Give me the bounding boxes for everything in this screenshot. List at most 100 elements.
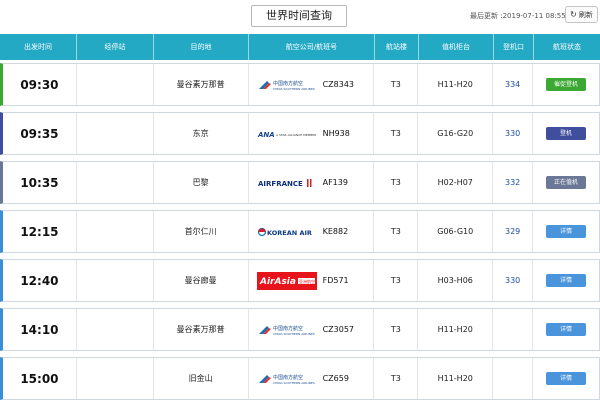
via-station [77, 211, 154, 252]
checkin-counter: H11-H20 [418, 358, 494, 399]
table-row[interactable]: 14:10 曼谷素万那普 中国南方航空 CHINA SOUTHERN AIRLINES… [0, 308, 600, 351]
table-row[interactable]: 15:00 旧金山 中国南方航空 CHINA SOUTHERN AIRLINES CZ6… [0, 357, 600, 400]
airline-logo-icon: 中国南方航空 CHINA SOUTHERN AIRLINES [257, 323, 317, 337]
status-button[interactable]: 登机 [546, 127, 587, 140]
refresh-button[interactable]: ↻ 刷新 [565, 6, 598, 23]
status-cell: 正在值机 [533, 162, 599, 203]
status-button[interactable]: 详情 [546, 323, 587, 336]
airline-flight: 中国南方航空 CHINA SOUTHERN AIRLINES CZ3057 [249, 309, 375, 350]
svg-text:AirAsia: AirAsia [259, 277, 296, 287]
status-button[interactable]: 详情 [546, 372, 587, 385]
table-row[interactable]: 09:30 曼谷素万那普 中国南方航空 CHINA SOUTHERN AIRLINES… [0, 63, 600, 106]
table-row[interactable]: 12:40 曼谷廊曼 AirAsia 亚洲航空 FD571 T3 H03-H06 330 详情 [0, 259, 600, 302]
gate [493, 309, 534, 350]
col-destination[interactable]: 目的地 [154, 34, 249, 60]
departure-time: 09:35 [3, 113, 77, 154]
flight-number: CZ659 [322, 374, 349, 383]
status-cell: 登机 [533, 113, 599, 154]
airline-flight: 中国南方航空 CHINA SOUTHERN AIRLINES CZ659 [249, 358, 375, 399]
gate: 329 [493, 211, 534, 252]
departure-time: 12:40 [3, 260, 77, 301]
status-button[interactable]: 催促登机 [546, 78, 587, 91]
terminal: T3 [374, 260, 419, 301]
col-airline-flight[interactable]: 航空公司/航班号 [249, 34, 375, 60]
status-cell: 详情 [533, 211, 599, 252]
destination: 东京 [154, 113, 249, 154]
svg-text:亚洲航空: 亚洲航空 [299, 278, 315, 284]
destination: 巴黎 [154, 162, 249, 203]
destination: 曼谷素万那普 [154, 64, 249, 105]
terminal: T3 [374, 113, 419, 154]
terminal: T3 [374, 358, 419, 399]
last-update: 最后更新 :2019-07-11 08:55:26 [470, 11, 577, 21]
terminal: T3 [374, 309, 419, 350]
checkin-counter: G16-G20 [418, 113, 494, 154]
gate: 330 [493, 260, 534, 301]
terminal: T3 [374, 64, 419, 105]
via-station [77, 113, 154, 154]
status-cell: 详情 [533, 358, 599, 399]
col-via[interactable]: 经停站 [77, 34, 154, 60]
airline-logo-icon: ANA A STAR ALLIANCE MEMBER [257, 127, 317, 141]
via-station [77, 162, 154, 203]
terminal: T3 [374, 211, 419, 252]
flight-list: 09:30 曼谷素万那普 中国南方航空 CHINA SOUTHERN AIRLINES… [0, 63, 600, 400]
flight-number: CZ8343 [322, 80, 355, 89]
destination: 旧金山 [154, 358, 249, 399]
airline-flight: ANA A STAR ALLIANCE MEMBER NH938 [249, 113, 375, 154]
status-cell: 催促登机 [533, 64, 599, 105]
via-station [77, 309, 154, 350]
checkin-counter: G06-G10 [418, 211, 494, 252]
airline-flight: AIRFRANCE AF139 [249, 162, 375, 203]
svg-text:ANA: ANA [257, 131, 275, 139]
table-header: 出发时间 经停站 目的地 航空公司/航班号 航站楼 值机柜台 登机口 航班状态 [0, 34, 600, 60]
airline-flight: AirAsia 亚洲航空 FD571 [249, 260, 375, 301]
last-update-label: 最后更新 : [470, 12, 503, 20]
col-gate[interactable]: 登机口 [494, 34, 534, 60]
status-cell: 详情 [533, 309, 599, 350]
svg-text:中国南方航空: 中国南方航空 [273, 80, 303, 87]
airline-logo-icon: AirAsia 亚洲航空 [256, 271, 317, 290]
destination: 首尔仁川 [154, 211, 249, 252]
airline-flight: 中国南方航空 CHINA SOUTHERN AIRLINES CZ8343 [249, 64, 375, 105]
svg-text:中国南方航空: 中国南方航空 [273, 325, 303, 332]
checkin-counter: H02-H07 [418, 162, 494, 203]
col-terminal[interactable]: 航站楼 [375, 34, 419, 60]
checkin-counter: H03-H06 [418, 260, 494, 301]
refresh-label: 刷新 [578, 11, 593, 19]
col-departure-time[interactable]: 出发时间 [0, 34, 77, 60]
table-row[interactable]: 12:15 首尔仁川 KOREAN AIR KE882 T3 G06-G10 329 详情 [0, 210, 600, 253]
gate [493, 358, 534, 399]
departure-time: 09:30 [3, 64, 77, 105]
flight-number: CZ3057 [322, 325, 355, 334]
destination: 曼谷廊曼 [154, 260, 249, 301]
airline-logo-icon: 中国南方航空 CHINA SOUTHERN AIRLINES [257, 78, 317, 92]
terminal: T3 [374, 162, 419, 203]
gate: 330 [493, 113, 534, 154]
flight-number: NH938 [322, 129, 350, 138]
page-title: 世界时间查询 [251, 5, 347, 27]
destination: 曼谷素万那普 [154, 309, 249, 350]
status-button[interactable]: 详情 [546, 225, 587, 238]
status-button[interactable]: 详情 [546, 274, 587, 287]
checkin-counter: H11-H20 [418, 309, 494, 350]
departure-time: 15:00 [3, 358, 77, 399]
airline-logo-icon: 中国南方航空 CHINA SOUTHERN AIRLINES [257, 372, 317, 386]
table-row[interactable]: 09:35 东京 ANA A STAR ALLIANCE MEMBER NH938 T3 G… [0, 112, 600, 155]
gate: 334 [493, 64, 534, 105]
airline-logo-icon: KOREAN AIR [257, 225, 317, 239]
col-checkin-counter[interactable]: 值机柜台 [419, 34, 494, 60]
svg-text:CHINA SOUTHERN AIRLINES: CHINA SOUTHERN AIRLINES [273, 332, 315, 336]
svg-text:A STAR ALLIANCE MEMBER: A STAR ALLIANCE MEMBER [276, 133, 316, 137]
airline-flight: KOREAN AIR KE882 [249, 211, 375, 252]
col-status[interactable]: 航班状态 [534, 34, 600, 60]
departure-time: 14:10 [3, 309, 77, 350]
via-station [77, 64, 154, 105]
flight-number: FD571 [322, 276, 349, 285]
airline-logo-icon: AIRFRANCE [257, 176, 317, 190]
gate: 332 [493, 162, 534, 203]
departure-time: 10:35 [3, 162, 77, 203]
table-row[interactable]: 10:35 巴黎 AIRFRANCE AF139 T3 H02-H07 332 正在值机 [0, 161, 600, 204]
status-button[interactable]: 正在值机 [546, 176, 587, 189]
via-station [77, 260, 154, 301]
